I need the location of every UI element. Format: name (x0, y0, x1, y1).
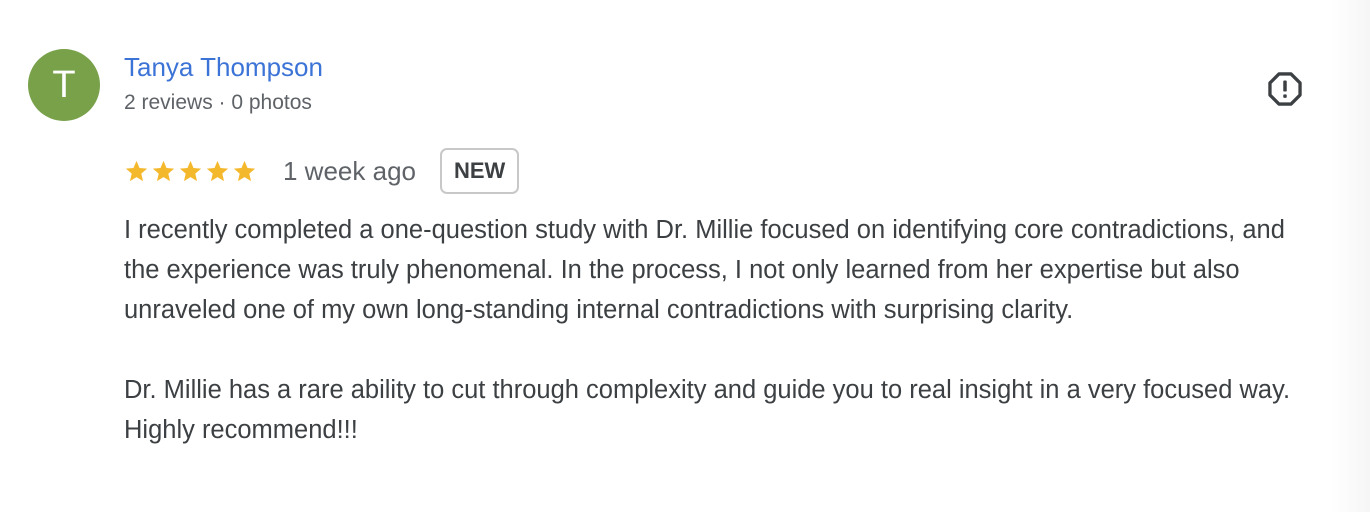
review-text: I recently completed a one-question stud… (124, 210, 1304, 490)
star-rating (124, 159, 257, 184)
star-icon (152, 160, 175, 181)
avatar-initial: T (52, 63, 76, 106)
report-button[interactable] (1266, 70, 1304, 108)
star-icon (233, 160, 256, 181)
report-flag-icon (1268, 72, 1302, 106)
rating-row: 1 week ago NEW (124, 148, 520, 194)
author-meta: 2 reviews · 0 photos (124, 91, 312, 114)
review-card: T Tanya Thompson 2 reviews · 0 photos 1 … (0, 0, 1370, 512)
review-paragraph: I recently completed a one-question stud… (124, 216, 1285, 324)
edge-shadow (1330, 0, 1370, 512)
review-paragraph: Dr. Millie has a rare ability to cut thr… (124, 376, 1291, 444)
avatar[interactable]: T (28, 49, 100, 121)
star-icon (179, 160, 202, 181)
new-badge: NEW (439, 148, 520, 194)
star-icon (125, 160, 148, 181)
star-icon (206, 160, 229, 181)
author-name-link[interactable]: Tanya Thompson (124, 52, 323, 83)
review-time: 1 week ago (283, 155, 416, 186)
